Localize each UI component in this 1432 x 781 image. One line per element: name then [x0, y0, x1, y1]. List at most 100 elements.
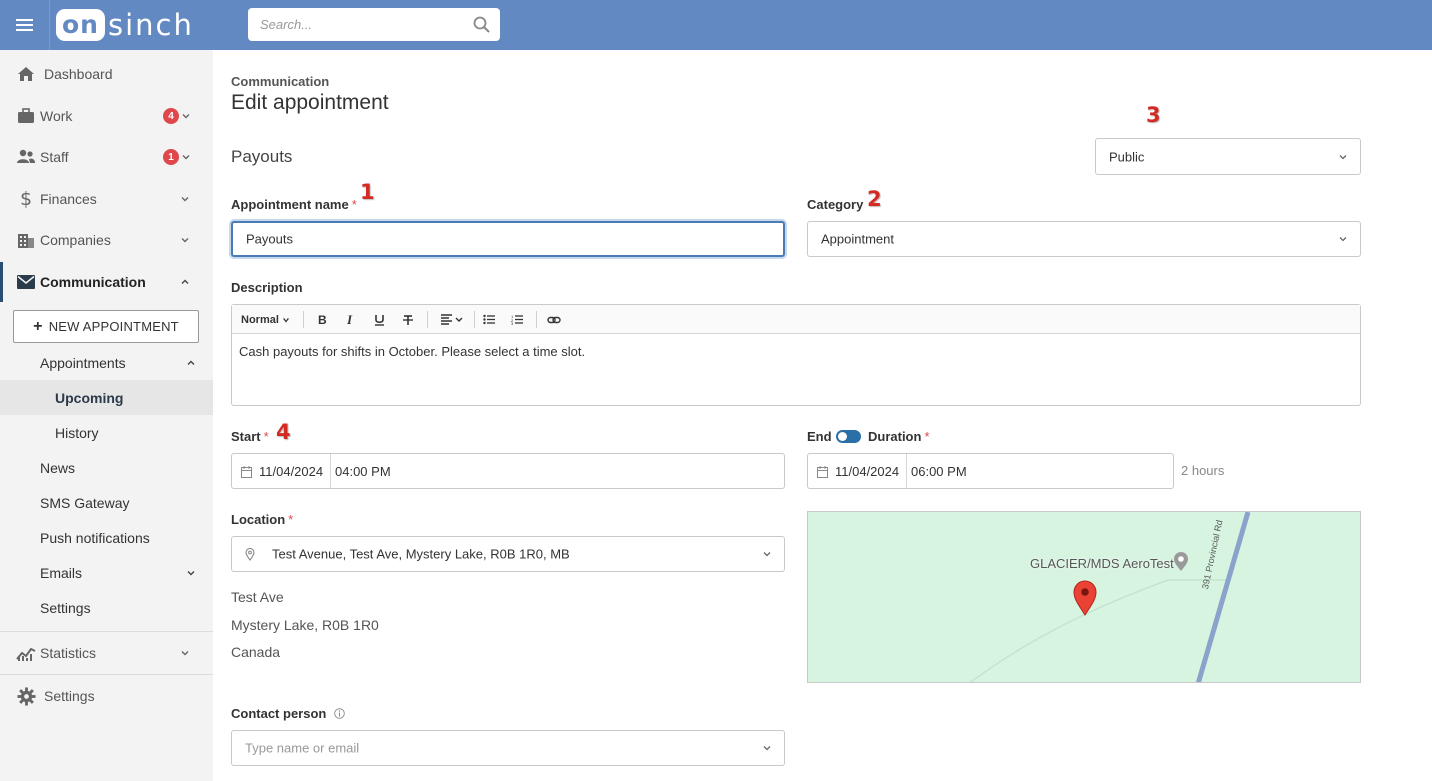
label-text: Contact person — [231, 706, 327, 721]
italic-icon[interactable]: I — [343, 311, 357, 328]
visibility-select[interactable]: Public — [1095, 138, 1361, 175]
format-select[interactable]: Normal — [241, 311, 290, 328]
align-icon[interactable] — [439, 311, 465, 328]
sidebar-item-appointments[interactable]: Appointments — [0, 345, 213, 380]
chevron-down-icon — [187, 570, 195, 575]
page-title: Edit appointment — [231, 91, 389, 114]
svg-text:3: 3 — [511, 321, 514, 325]
start-date[interactable]: 11/04/2024 — [259, 454, 323, 488]
sidebar-item-label: Upcoming — [55, 389, 124, 406]
duration-hint: 2 hours — [1181, 463, 1225, 478]
required-mark: * — [263, 429, 269, 444]
top-bar: on sinch — [0, 0, 1432, 50]
end-duration-toggle[interactable] — [836, 430, 861, 443]
divider — [906, 454, 907, 488]
appointment-name-label: Appointment name * — [231, 197, 357, 212]
contact-person-input[interactable]: Type name or email — [231, 730, 785, 766]
menu-icon[interactable] — [0, 0, 50, 50]
info-icon[interactable] — [334, 708, 345, 719]
numbered-list-icon[interactable]: 123 — [510, 311, 524, 328]
end-date[interactable]: 11/04/2024 — [835, 454, 899, 488]
sidebar-item-history[interactable]: History — [0, 415, 213, 450]
calendar-icon — [241, 466, 252, 478]
sidebar-item-label: Companies — [40, 232, 111, 248]
sidebar-item-settings[interactable]: Settings — [0, 676, 213, 716]
map-place-label: GLACIER/MDS AeroTest — [1030, 556, 1174, 571]
sidebar-item-companies[interactable]: Companies — [0, 220, 213, 260]
format-select-value: Normal — [241, 313, 279, 326]
sidebar-item-news[interactable]: News — [0, 450, 213, 485]
location-label: Location * — [231, 512, 293, 527]
divider — [303, 311, 304, 328]
sidebar-item-label: Statistics — [40, 645, 97, 661]
sidebar-item-label: Communication — [40, 274, 146, 290]
end-time[interactable]: 06:00 PM — [911, 454, 967, 488]
sidebar-item-sms-gateway[interactable]: SMS Gateway — [0, 485, 213, 520]
location-select[interactable]: Test Avenue, Test Ave, Mystery Lake, R0B… — [231, 536, 785, 572]
chevron-down-icon — [1339, 154, 1347, 159]
envelope-icon — [16, 272, 36, 292]
label-text: Duration — [868, 429, 922, 444]
label-text: Location — [231, 512, 286, 527]
chevron-down-icon — [182, 155, 190, 160]
sidebar-item-label: History — [55, 424, 99, 441]
annotation-marker-3: 3 — [1146, 103, 1161, 127]
sidebar-item-push-notifications[interactable]: Push notifications — [0, 520, 213, 555]
description-text[interactable]: Cash payouts for shifts in October. Plea… — [239, 344, 585, 359]
appointment-name-value: Payouts — [246, 231, 293, 247]
appointment-name-input[interactable]: Payouts — [231, 221, 785, 257]
annotation-marker-1: 1 — [360, 180, 375, 204]
chart-icon — [16, 643, 36, 663]
visibility-value: Public — [1109, 149, 1145, 164]
address-line: Canada — [231, 644, 281, 660]
sidebar-item-staff[interactable]: Staff 1 — [0, 137, 213, 177]
end-datetime-input[interactable]: 11/04/2024 06:00 PM — [807, 453, 1174, 489]
address-line: Mystery Lake, R0B 1R0 — [231, 617, 379, 633]
chevron-down-icon — [181, 197, 189, 202]
sidebar-item-label: Settings — [40, 599, 91, 616]
underline-icon[interactable] — [372, 311, 386, 328]
sidebar-item-communication[interactable]: Communication — [0, 262, 213, 302]
count-badge: 1 — [163, 149, 179, 165]
logo[interactable]: on sinch — [56, 8, 194, 42]
strikethrough-icon[interactable] — [401, 311, 415, 328]
sidebar-item-comm-settings[interactable]: Settings — [0, 590, 213, 625]
logo-on: on — [56, 9, 105, 41]
start-time[interactable]: 04:00 PM — [335, 454, 391, 488]
sidebar-item-work[interactable]: Work 4 — [0, 96, 213, 136]
sidebar-item-label: Settings — [44, 688, 95, 704]
place-pin-icon — [1174, 552, 1188, 571]
bullet-list-icon[interactable] — [482, 311, 496, 328]
start-datetime-input[interactable]: 11/04/2024 04:00 PM — [231, 453, 785, 489]
category-select[interactable]: Appointment — [807, 221, 1361, 257]
sidebar-item-label: Staff — [40, 149, 69, 165]
description-label: Description — [231, 280, 303, 295]
link-icon[interactable] — [546, 311, 562, 328]
sidebar-item-finances[interactable]: $ Finances — [0, 179, 213, 219]
category-value: Appointment — [821, 231, 894, 247]
bold-icon[interactable]: B — [315, 311, 329, 328]
chevron-down-icon — [763, 746, 771, 751]
location-map[interactable]: 391 Provincial Rd GLACIER/MDS AeroTest — [807, 511, 1361, 683]
contact-person-label: Contact person — [231, 706, 345, 721]
sidebar-item-emails[interactable]: Emails — [0, 555, 213, 590]
new-appointment-button[interactable]: + NEW APPOINTMENT — [13, 310, 199, 343]
count-badge: 4 — [163, 108, 179, 124]
sidebar-item-upcoming[interactable]: Upcoming — [0, 380, 213, 415]
label-text: Start — [231, 429, 261, 444]
chevron-down-icon — [1339, 237, 1347, 242]
search-icon[interactable] — [473, 16, 490, 33]
address-line: Test Ave — [231, 589, 284, 605]
dollar-icon: $ — [19, 188, 33, 210]
category-label: Category — [807, 197, 864, 212]
search-input[interactable] — [248, 8, 458, 41]
search-box — [248, 8, 500, 41]
duration-label: Duration * — [868, 429, 930, 444]
breadcrumb[interactable]: Communication — [231, 74, 329, 89]
divider — [474, 311, 475, 328]
sidebar-item-statistics[interactable]: Statistics — [0, 633, 213, 673]
location-value: Test Avenue, Test Ave, Mystery Lake, R0B… — [272, 546, 570, 562]
required-mark: * — [924, 429, 930, 444]
sidebar-item-dashboard[interactable]: Dashboard — [0, 54, 213, 94]
end-label: End — [807, 429, 832, 444]
